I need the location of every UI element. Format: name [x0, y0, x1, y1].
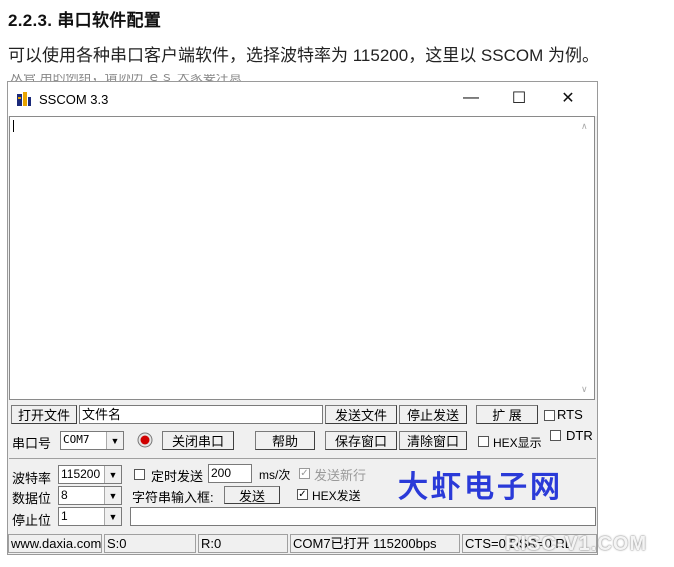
hex-display-checkbox[interactable]	[478, 436, 489, 447]
hex-send-checkbox[interactable]: ✓	[297, 489, 308, 500]
section-heading: 2.2.3. 串口软件配置	[8, 11, 162, 30]
receive-textarea[interactable]: ∧ ∨	[9, 116, 595, 400]
send-newline-checkbox[interactable]: ✓	[299, 468, 310, 479]
close-port-button[interactable]: 关闭串口	[162, 431, 234, 450]
title-bar[interactable]: SSCOM 3.3 — ☐ ✕	[8, 82, 597, 116]
dtr-label: DTR	[566, 428, 593, 443]
timed-send-label: 定时发送	[151, 469, 204, 484]
chevron-down-icon[interactable]: ▼	[104, 487, 121, 504]
hex-send-label: HEX发送	[312, 489, 361, 503]
clear-window-button[interactable]: 清除窗口	[399, 431, 467, 450]
scroll-up-icon[interactable]: ∧	[581, 121, 588, 132]
stop-bits-select[interactable]: 1 ▼	[58, 507, 122, 526]
vertical-scrollbar[interactable]: ∧ ∨	[578, 117, 594, 399]
data-bits-value: 8	[61, 488, 68, 502]
send-file-button[interactable]: 发送文件	[325, 405, 397, 424]
text-caret	[13, 120, 14, 132]
chevron-down-icon[interactable]: ▼	[104, 508, 121, 525]
dtr-checkbox[interactable]	[550, 430, 561, 441]
baud-select[interactable]: 115200 ▼	[58, 465, 122, 484]
maximize-button[interactable]: ☐	[496, 82, 542, 114]
expand-button[interactable]: 扩 展	[476, 405, 538, 424]
record-status-icon	[137, 432, 153, 448]
rts-label: RTS	[557, 407, 583, 422]
status-recv-count: R:0	[198, 534, 288, 553]
sscom-window: SSCOM 3.3 — ☐ ✕ ∧ ∨ 打开文件 文件名 发送文件 停止发送 扩…	[7, 81, 598, 555]
interval-unit: ms/次	[259, 468, 291, 482]
baud-label: 波特率	[12, 471, 52, 486]
port-label: 串口号	[12, 436, 52, 451]
scroll-down-icon[interactable]: ∨	[581, 384, 588, 395]
status-sent-count: S:0	[104, 534, 196, 553]
send-newline-label: 发送新行	[314, 468, 367, 483]
status-site: www.daxia.com	[8, 534, 102, 553]
minimize-button[interactable]: —	[448, 82, 494, 114]
string-input-label: 字符串输入框:	[132, 490, 214, 505]
save-window-button[interactable]: 保存窗口	[325, 431, 397, 450]
string-input[interactable]	[130, 507, 596, 526]
sscom-app-icon	[17, 92, 31, 106]
data-bits-label: 数据位	[12, 491, 52, 506]
send-button[interactable]: 发送	[224, 486, 280, 504]
port-select[interactable]: COM7 ▼	[60, 431, 124, 450]
baud-value: 115200	[61, 467, 101, 481]
rts-checkbox[interactable]	[544, 410, 555, 421]
stop-bits-label: 停止位	[12, 513, 52, 528]
help-button[interactable]: 帮助	[255, 431, 315, 450]
brand-label: 大虾电子网	[398, 470, 563, 505]
chevron-down-icon[interactable]: ▼	[104, 466, 121, 483]
window-title: SSCOM 3.3	[39, 92, 109, 107]
filename-input[interactable]: 文件名	[79, 405, 323, 424]
watermark: RISC-V1.COM	[505, 533, 648, 555]
timed-send-checkbox[interactable]	[134, 469, 145, 480]
chevron-down-icon[interactable]: ▼	[106, 432, 123, 449]
section-paragraph: 可以使用各种串口客户端软件，选择波特率为 115200，这里以 SSCOM 为例…	[8, 46, 599, 65]
interval-input[interactable]: 200	[208, 464, 252, 483]
stop-bits-value: 1	[61, 509, 68, 523]
data-bits-select[interactable]: 8 ▼	[58, 486, 122, 505]
open-file-button[interactable]: 打开文件	[11, 405, 77, 424]
stop-send-button[interactable]: 停止发送	[399, 405, 467, 424]
port-value: COM7	[63, 433, 90, 446]
close-button[interactable]: ✕	[545, 82, 591, 114]
status-port-state: COM7已打开 115200bps	[290, 534, 460, 553]
hex-display-label: HEX显示	[493, 436, 542, 450]
